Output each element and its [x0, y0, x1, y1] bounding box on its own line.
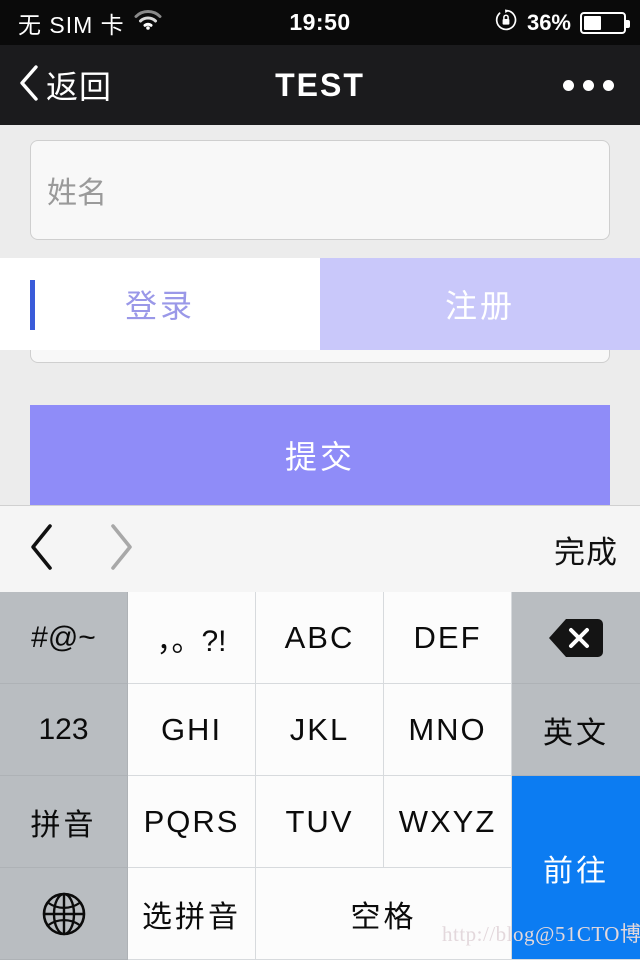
rotation-lock-icon: [494, 8, 518, 38]
key-label: 选拼音: [142, 900, 241, 934]
key-globe[interactable]: [0, 868, 128, 960]
key-label: GHI: [160, 711, 223, 747]
key-english[interactable]: 英文: [512, 684, 640, 776]
key-select-pinyin[interactable]: 选拼音: [128, 868, 256, 960]
key-tuv[interactable]: TUV: [256, 776, 384, 868]
keyboard: #@~ ，。?! ABC DEF 123 GHI JKL MNO 英文 拼音 P…: [0, 592, 640, 960]
chevron-right-icon: [106, 521, 136, 578]
key-label: TUV: [285, 803, 354, 839]
key-jkl[interactable]: JKL: [256, 684, 384, 776]
tab-login-label: 登录: [124, 288, 195, 324]
tab-register[interactable]: 注册: [320, 258, 640, 350]
keyboard-done-label: 完成: [554, 535, 618, 570]
key-label: JKL: [289, 711, 350, 747]
key-label: 拼音: [30, 808, 97, 842]
keyboard-accessory-toolbar: 完成: [0, 505, 640, 593]
key-wxyz[interactable]: WXYZ: [384, 776, 512, 868]
submit-button-label: 提交: [284, 439, 355, 475]
key-ghi[interactable]: GHI: [128, 684, 256, 776]
key-symbols[interactable]: #@~: [0, 592, 128, 684]
chevron-left-icon: [26, 521, 56, 578]
key-label: 123: [38, 712, 89, 746]
battery-percent-label: 36%: [526, 9, 571, 35]
clock-label: 19:50: [289, 9, 351, 35]
name-input[interactable]: 姓名: [30, 140, 610, 240]
key-label: WXYZ: [398, 803, 497, 839]
text-caret: [30, 280, 35, 330]
name-input-placeholder: 姓名: [47, 177, 107, 210]
tab-login[interactable]: 登录: [0, 258, 320, 350]
battery-icon: [580, 11, 630, 34]
keyboard-done-button[interactable]: 完成: [554, 506, 618, 593]
key-label: PQRS: [143, 803, 240, 839]
key-space[interactable]: 空格: [256, 868, 512, 960]
delete-icon: [548, 617, 604, 659]
status-bar-right: 36%: [494, 0, 630, 45]
next-field-button[interactable]: [106, 506, 136, 593]
key-numbers[interactable]: 123: [0, 684, 128, 776]
key-label: ABC: [284, 619, 355, 655]
key-delete[interactable]: [512, 592, 640, 684]
key-label: 空格: [350, 900, 417, 934]
more-dots-icon[interactable]: [563, 45, 614, 125]
tab-register-label: 注册: [444, 288, 515, 324]
key-abc[interactable]: ABC: [256, 592, 384, 684]
page-title-label: TEST: [275, 66, 365, 103]
key-label: #@~: [31, 620, 96, 654]
key-punctuation[interactable]: ，。?!: [128, 592, 256, 684]
key-def[interactable]: DEF: [384, 592, 512, 684]
key-label: MNO: [408, 711, 487, 747]
key-pinyin[interactable]: 拼音: [0, 776, 128, 868]
page-title: TEST: [0, 45, 640, 125]
submit-button[interactable]: 提交: [30, 405, 610, 505]
key-go[interactable]: 前往: [512, 776, 640, 960]
key-label: ，。?!: [156, 624, 227, 658]
auth-tab-strip: 登录 注册: [0, 258, 640, 350]
status-bar: 无 SIM 卡 19:50 36%: [0, 0, 640, 45]
previous-field-button[interactable]: [26, 506, 56, 593]
key-label: 英文: [543, 716, 609, 750]
globe-icon: [41, 891, 87, 937]
key-label: 前往: [543, 854, 609, 888]
key-label: DEF: [413, 619, 482, 655]
navigation-bar: 返回 TEST: [0, 45, 640, 125]
phone-screen: 无 SIM 卡 19:50 36% 返回 TEST 姓名 提交 登录 注册 完成…: [0, 0, 640, 960]
key-pqrs[interactable]: PQRS: [128, 776, 256, 868]
key-mno[interactable]: MNO: [384, 684, 512, 776]
